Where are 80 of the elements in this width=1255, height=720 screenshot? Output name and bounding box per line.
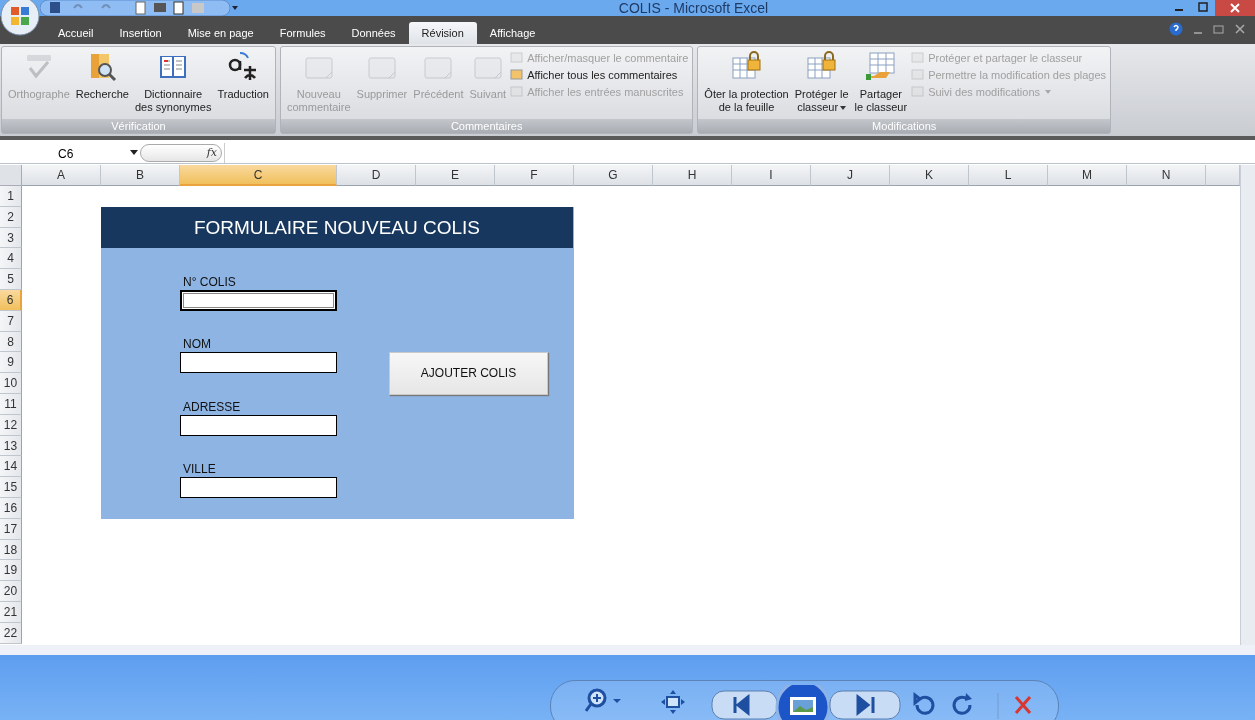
close-button[interactable] [1235,24,1245,34]
ribbon-button[interactable]: Dictionnaire des synonymes [132,50,214,119]
input-field[interactable] [180,352,337,374]
row-header[interactable]: 16 [0,497,22,519]
column-header[interactable]: G [574,165,653,186]
ribbon-tab[interactable]: Affichage [476,22,549,44]
ribbon-button[interactable]: Partager le classeur [852,50,910,119]
ribbon-tab[interactable]: Révision [408,22,477,44]
ribbon-button[interactable]: Ôter la protection de la feuille [702,50,791,119]
field-label: N° COLIS [182,275,237,290]
comment-icon [911,52,926,64]
vertical-scrollbar[interactable] [1240,165,1255,645]
input-field[interactable] [180,414,337,436]
fit-window-icon[interactable] [660,689,686,715]
row-header[interactable]: 17 [0,518,22,540]
ribbon-tab[interactable]: Insertion [106,22,175,44]
column-header[interactable]: L [969,165,1048,186]
group-label: Commentaires [450,119,523,133]
column-header[interactable]: F [495,165,574,186]
comment-icon [510,52,525,64]
row-header[interactable]: 8 [0,331,22,353]
form-title: FORMULAIRE NOUVEAU COLIS [101,206,573,249]
input-field[interactable] [180,290,337,311]
column-header[interactable]: M [1048,165,1127,186]
column-header[interactable]: D [337,165,416,186]
add-button[interactable]: AJOUTER COLIS [389,351,548,395]
row-header[interactable]: 20 [0,581,22,602]
ribbon-button[interactable]: Afficher tous les commentaires [510,69,689,81]
row-header[interactable]: 12 [0,414,22,436]
row-header[interactable]: 10 [0,373,22,394]
row-header[interactable]: 4 [0,248,22,270]
row-header[interactable]: 7 [0,310,22,332]
row-header[interactable]: 2 [0,206,22,228]
row-header[interactable]: 15 [0,477,22,498]
close-button[interactable] [1215,0,1255,16]
comment-icon [911,86,926,98]
column-header[interactable]: N [1127,165,1206,186]
ribbon-button[interactable]: Traduction [215,50,271,119]
input-field[interactable] [180,477,337,498]
row-header[interactable]: 3 [0,227,22,249]
row-header[interactable]: 18 [0,539,22,561]
ribbon-tab[interactable]: Données [338,22,409,44]
comment-icon [510,86,525,98]
row-header[interactable]: 1 [0,186,22,207]
column-header[interactable]: H [653,165,732,186]
column-header[interactable]: K [890,165,969,186]
ribbon-button[interactable]: Protéger le classeur [792,50,851,119]
ribbon-button[interactable]: Recherche [73,50,131,119]
column-header[interactable]: E [416,165,495,186]
function-button[interactable]: fx [206,146,217,159]
row-header[interactable]: 14 [0,456,22,478]
column-header[interactable]: J [811,165,890,186]
field-label: ADRESSE [182,399,242,415]
group-label: Vérification [111,119,166,133]
row-header[interactable]: 13 [0,435,22,457]
column-header[interactable]: B [101,165,180,186]
comment-icon [911,69,926,81]
row-header[interactable]: 21 [0,601,22,623]
group-label: Modifications [872,119,937,133]
column-header[interactable]: A [22,165,101,186]
row-header[interactable]: 6 [0,290,22,311]
ribbon-tab[interactable]: Accueil [45,22,107,44]
row-header[interactable]: 22 [0,622,22,644]
restore-button[interactable] [1213,24,1225,34]
help-icon[interactable] [1169,22,1183,36]
field-label: NOM [182,337,212,353]
name-box[interactable]: C6 [0,143,130,162]
comment-icon [510,69,525,81]
row-header[interactable]: 5 [0,269,22,290]
row-header[interactable]: 11 [0,393,22,415]
row-header[interactable]: 9 [0,352,22,374]
ribbon-tab[interactable]: Mise en page [174,22,267,44]
quick-access-toolbar[interactable] [40,0,240,16]
column-header[interactable]: C [180,165,337,186]
column-header[interactable]: I [732,165,811,186]
window-title: COLIS - Microsoft Excel [617,0,770,16]
field-label: VILLE [182,462,217,478]
caret-icon[interactable] [130,150,138,155]
row-header[interactable]: 19 [0,560,22,582]
ribbon-tab[interactable]: Formules [266,22,339,44]
